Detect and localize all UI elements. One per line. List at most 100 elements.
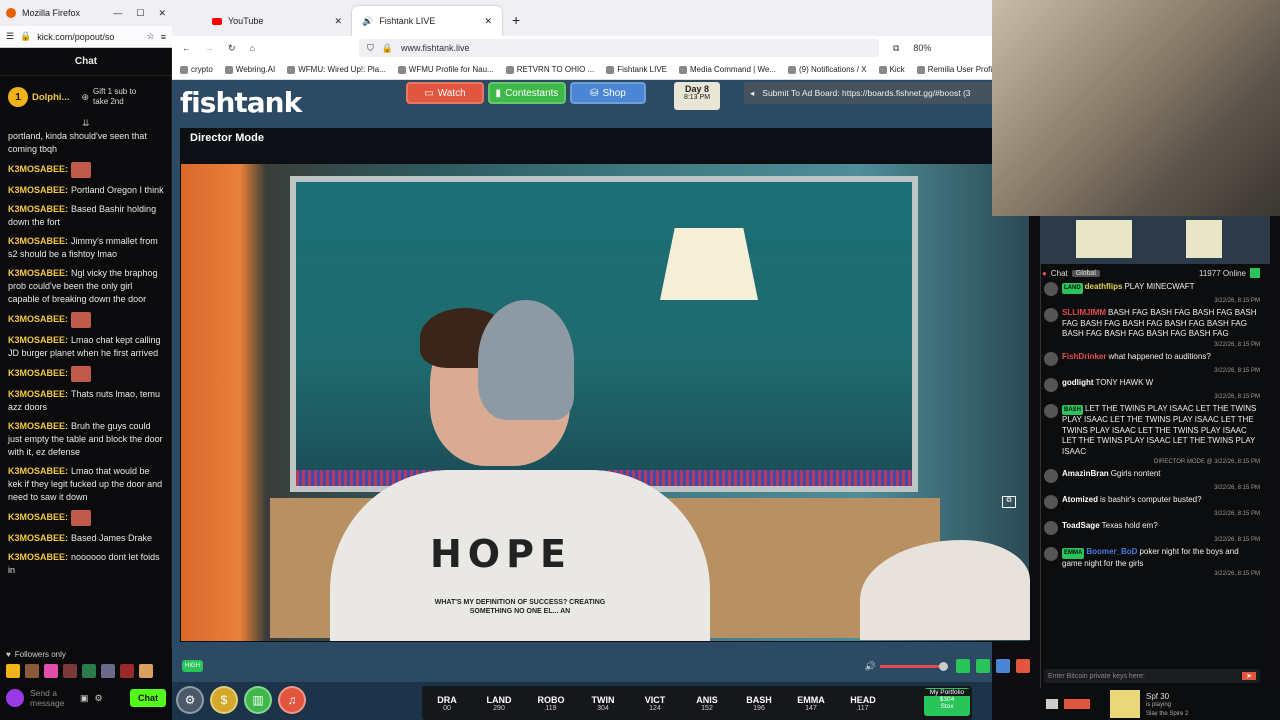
arrow-left-icon[interactable]: ◂ [750, 88, 754, 99]
zoom-level[interactable]: 80% [913, 43, 931, 53]
emote-icon[interactable] [101, 664, 115, 678]
stox-button[interactable]: Stox [924, 703, 970, 710]
url-bar[interactable]: ⛉ 🔒 www.fishtank.live [358, 39, 879, 57]
avatar[interactable] [1044, 547, 1058, 561]
avatar[interactable] [1044, 469, 1058, 483]
ticker-item[interactable]: BASH 196 [738, 695, 780, 712]
right-chat-username[interactable]: AmazinBran [1062, 469, 1109, 478]
left-url-bar[interactable]: ☰ 🔒 kick.com/popout/so ☆ ≡ [0, 26, 172, 48]
emote-icon[interactable] [82, 664, 96, 678]
bookmark-item[interactable]: WFMU: Wired Up!: Pla... [287, 65, 386, 74]
chat-username[interactable]: K3MOSABEE: [8, 236, 68, 246]
avatar[interactable] [1044, 495, 1058, 509]
ticker-item[interactable]: ANIS 152 [686, 695, 728, 712]
volume-handle[interactable] [939, 661, 948, 671]
right-chat-username[interactable]: Atomized [1062, 495, 1098, 504]
close-icon[interactable]: ✕ [158, 8, 166, 19]
items-icon[interactable]: ▥ [244, 686, 272, 714]
chat-username[interactable]: K3MOSABEE: [8, 314, 68, 324]
bookmark-item[interactable]: Fishtank LIVE [606, 65, 667, 74]
cast-icon[interactable] [976, 659, 990, 673]
bookmark-item[interactable]: Remilia User Profiles [916, 65, 992, 74]
avatar[interactable] [1044, 351, 1058, 366]
chat-username[interactable]: K3MOSABEE: [8, 512, 68, 522]
url-text[interactable]: www.fishtank.live [401, 43, 470, 53]
emote-icon[interactable] [63, 664, 77, 678]
gift-box-icon[interactable]: ▣ [80, 693, 89, 704]
chat-username[interactable]: K3MOSABEE: [8, 533, 68, 543]
chat-username[interactable]: K3MOSABEE: [8, 268, 68, 278]
star-icon[interactable]: ☆ [147, 31, 155, 42]
emote-icon[interactable] [44, 664, 58, 678]
emote-icon[interactable] [120, 664, 134, 678]
send-icon[interactable]: ➤ [1242, 672, 1256, 680]
reload-icon[interactable]: ↻ [228, 43, 236, 54]
back-icon[interactable]: ← [182, 43, 191, 53]
menu-icon[interactable]: ≡ [161, 32, 166, 42]
portfolio-widget[interactable]: My Portfolio $304 Stox [924, 688, 970, 716]
close-tab-icon[interactable]: ✕ [334, 16, 342, 27]
right-chat-username[interactable]: ToadSage [1062, 521, 1100, 530]
forward-icon[interactable]: → [205, 43, 214, 53]
global-tab[interactable]: Global [1071, 269, 1100, 277]
home-icon[interactable]: ⌂ [250, 43, 255, 53]
contestants-button[interactable]: ▮ Contestants [488, 82, 566, 104]
avatar[interactable] [1044, 308, 1058, 322]
right-chat-username[interactable]: godlight [1062, 378, 1094, 387]
tab-fishtank[interactable]: 🔊 Fishtank LIVE ✕ [352, 6, 502, 36]
ticker-item[interactable]: ROBO 119 [530, 695, 572, 712]
extensions-icon[interactable]: ⧉ [893, 43, 899, 54]
volume-icon[interactable]: 🔊 [865, 661, 876, 672]
right-chat-username[interactable]: FishDrinker [1062, 352, 1106, 361]
emote-icon[interactable] [139, 664, 153, 678]
tab-youtube[interactable]: YouTube ✕ [202, 6, 352, 36]
left-url-text[interactable]: kick.com/popout/so [37, 32, 114, 42]
quality-badge[interactable]: HIGH [182, 660, 203, 672]
ticker-item[interactable]: EMMA 147 [790, 695, 832, 712]
bookmark-item[interactable]: RETVRN TO OHIO ... [505, 65, 594, 74]
shop-button[interactable]: ⛁ Shop [570, 82, 646, 104]
bookmark-item[interactable]: Kick [878, 65, 905, 74]
close-tab-icon[interactable]: ✕ [484, 16, 492, 27]
status-button-icon[interactable] [1064, 699, 1090, 709]
avatar[interactable] [1044, 377, 1058, 392]
picture-in-picture-icon[interactable]: ⧉ [1002, 496, 1016, 508]
fishtank-logo[interactable]: fishtank [180, 86, 302, 119]
emote-icon[interactable] [6, 664, 20, 678]
emote-icon[interactable] [25, 664, 39, 678]
chat-username[interactable]: K3MOSABEE: [8, 466, 68, 476]
right-chat-username[interactable]: SLLIMJIMM [1062, 308, 1106, 317]
pinned-gift-banner[interactable]: 1 Dolphi... ⊕ Gift 1 sub to take 2nd [0, 80, 172, 114]
volume-slider[interactable] [880, 661, 948, 671]
minimize-icon[interactable]: — [113, 8, 122, 19]
scroll-down-icon[interactable]: ⇊ [82, 118, 90, 129]
settings-icon[interactable]: ⚙ [176, 686, 204, 714]
coins-icon[interactable]: $ [210, 686, 238, 714]
right-chat-username[interactable]: deathflips [1085, 282, 1123, 291]
chat-send-button[interactable]: Chat [130, 689, 166, 707]
ad-board-text[interactable]: Submit To Ad Board: https://boards.fishn… [762, 88, 970, 98]
bookmark-item[interactable]: Webring.AI [224, 65, 275, 74]
bookmark-item[interactable]: (9) Notifications / X [787, 65, 867, 74]
watch-button[interactable]: ▭ Watch [406, 82, 484, 104]
chat-username[interactable]: K3MOSABEE: [8, 164, 68, 174]
status-button-icon[interactable] [1046, 699, 1058, 709]
chat-username[interactable]: K3MOSABEE: [8, 368, 68, 378]
sound-effects-icon[interactable]: ♫ [278, 686, 306, 714]
chat-username[interactable]: K3MOSABEE: [8, 204, 68, 214]
right-chat-username[interactable]: Boomer_BoD [1086, 547, 1137, 556]
clip-icon[interactable] [956, 659, 970, 673]
ticker-item[interactable]: TWIN 304 [582, 695, 624, 712]
send-message-input[interactable]: Send a message [30, 688, 74, 708]
chat-username[interactable]: K3MOSABEE: [8, 552, 68, 562]
ad-board-banner[interactable]: ◂ Submit To Ad Board: https://boards.fis… [744, 82, 992, 104]
bookmark-item[interactable]: crypto [180, 65, 213, 74]
avatar[interactable] [1044, 282, 1058, 296]
mic-icon[interactable] [6, 689, 24, 707]
users-icon[interactable] [1250, 268, 1260, 278]
chat-username[interactable]: K3MOSABEE: [8, 185, 68, 195]
bookmark-item[interactable]: WFMU Profile for Nau... [397, 65, 494, 74]
chat-username[interactable]: K3MOSABEE: [8, 421, 68, 431]
ticker-item[interactable]: DRA 00 [426, 695, 468, 712]
avatar[interactable] [1044, 521, 1058, 535]
